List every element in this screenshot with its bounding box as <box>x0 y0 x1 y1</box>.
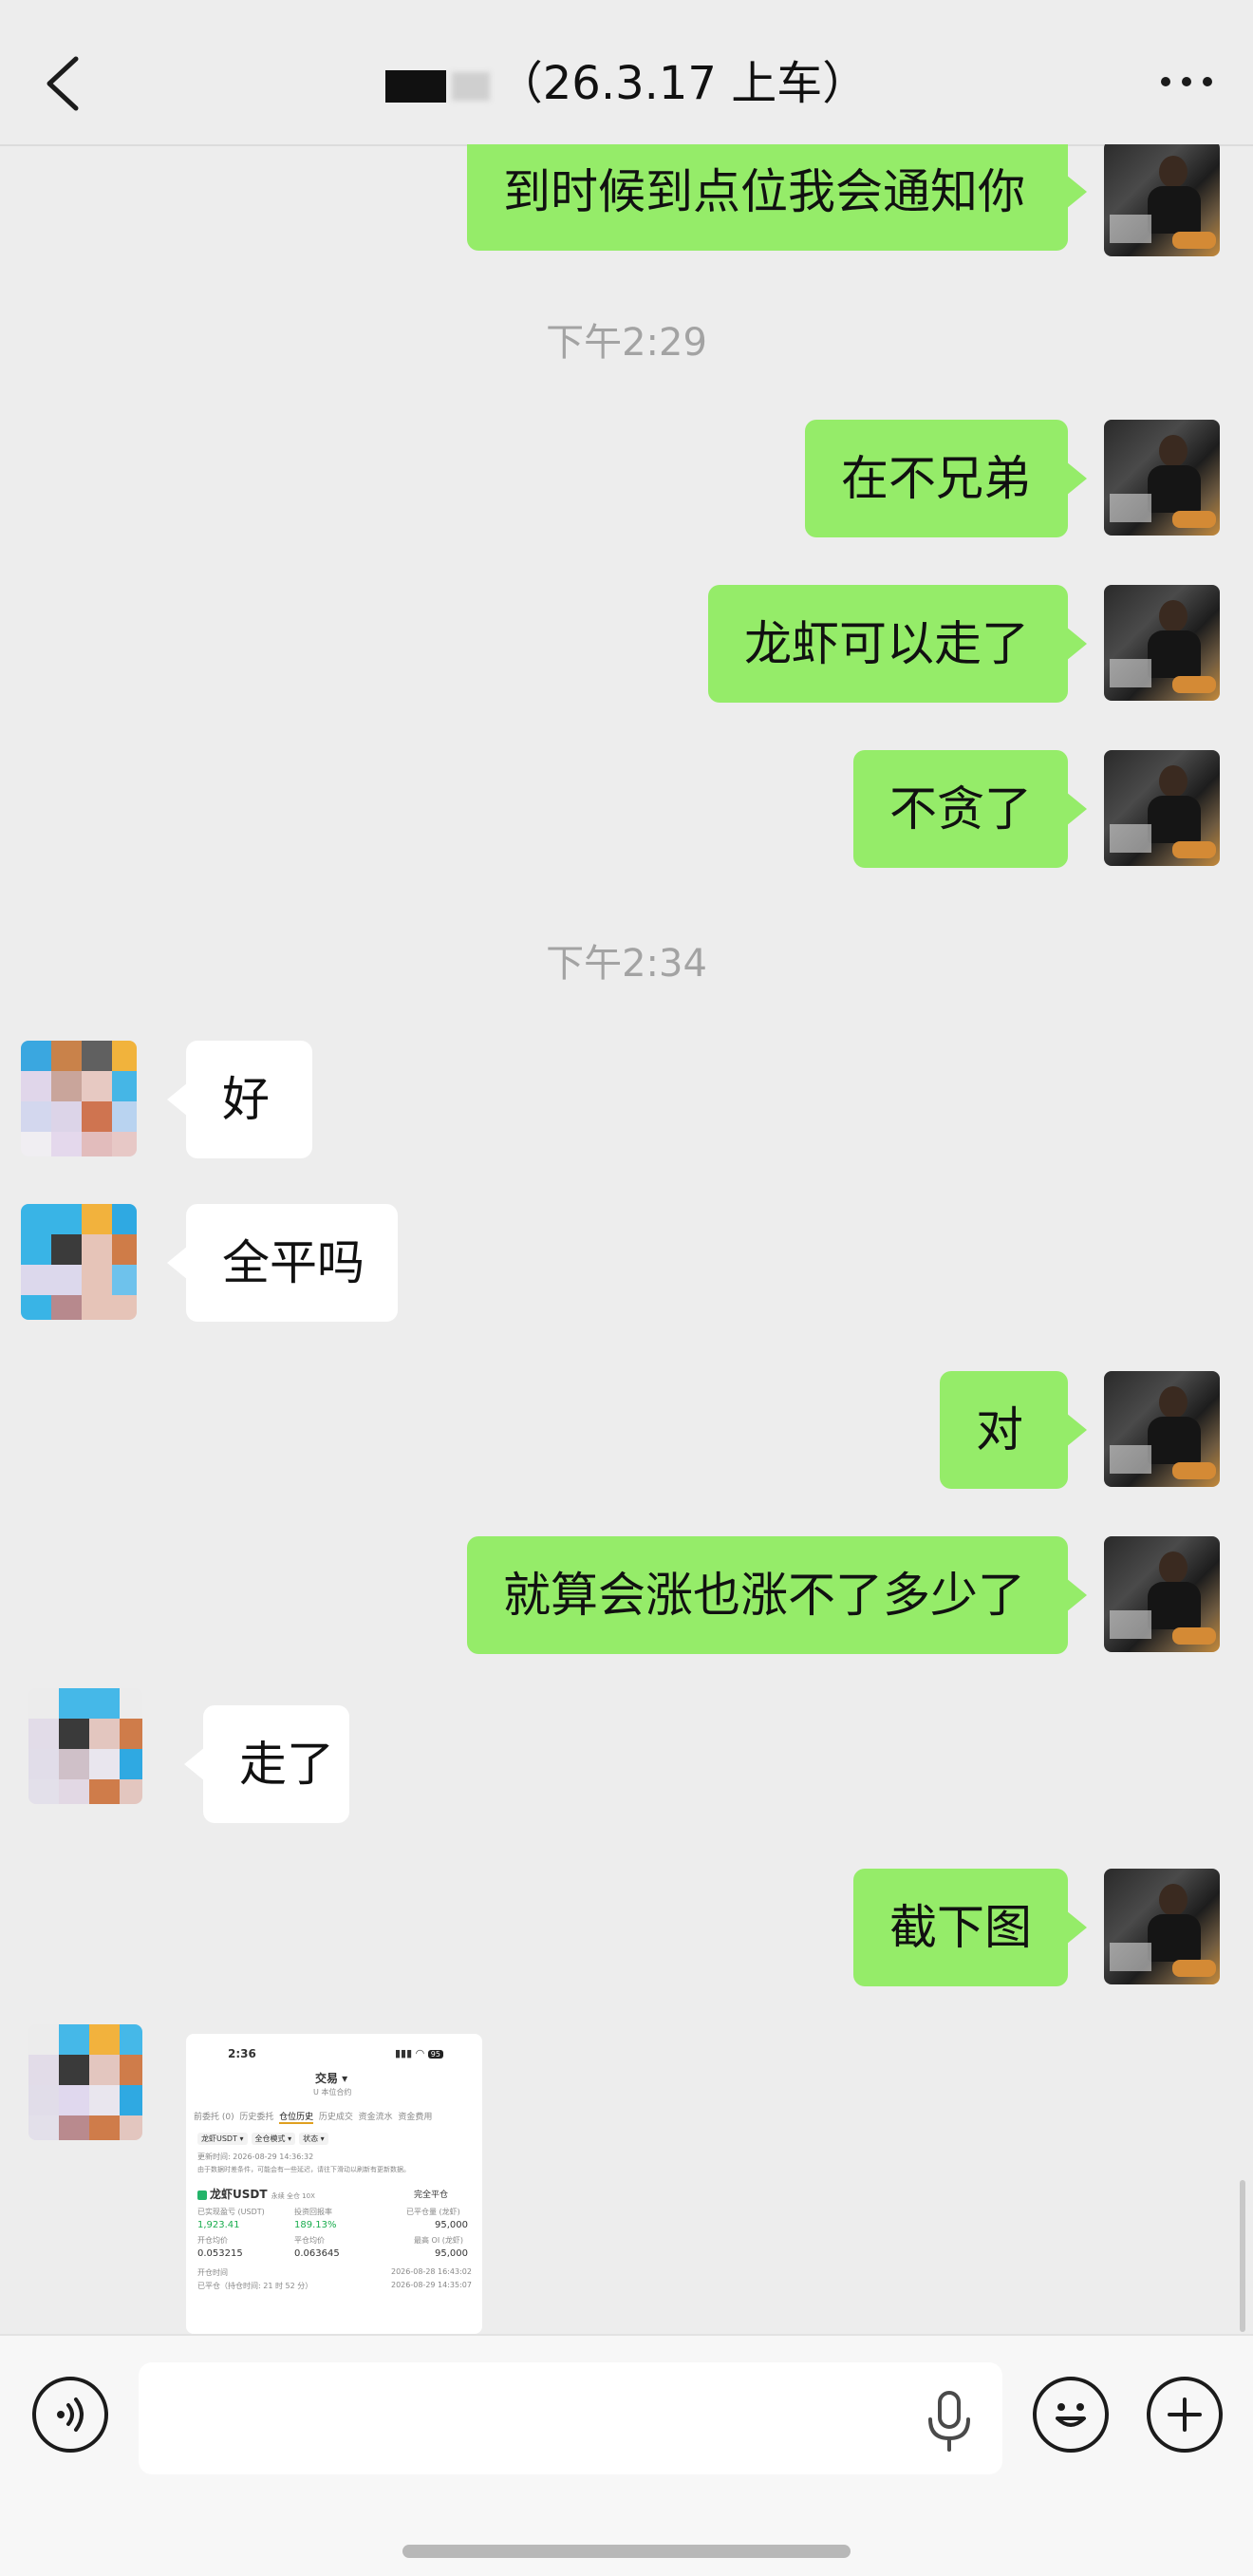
shot-max-pos: 95,000 <box>435 2248 468 2259</box>
contact-avatar[interactable] <box>28 2024 142 2140</box>
shot-tab: 历史成交 <box>318 2113 353 2122</box>
my-avatar[interactable] <box>1104 1869 1220 1984</box>
shot-tab: 前委托 (0) <box>194 2113 234 2122</box>
shot-max-pos-label: 最高 OI (龙虾) <box>414 2236 463 2245</box>
home-indicator[interactable] <box>402 2545 851 2558</box>
shot-filter: 全仓模式 ▾ <box>251 2133 296 2145</box>
shot-symbol: 龙虾USDT <box>210 2188 268 2201</box>
my-avatar[interactable] <box>1104 585 1220 701</box>
my-avatar[interactable] <box>1104 420 1220 536</box>
shot-status-icons: ▮▮▮ ◠ 95 <box>395 2047 443 2059</box>
my-avatar[interactable] <box>1104 1536 1220 1652</box>
shot-pnl: 1,923.41 <box>197 2220 240 2230</box>
message-list[interactable]: 到时候到点位我会通知你 下午2:29 在不兄弟 龙虾可以走了 不贪了 下午2:3… <box>0 144 1253 2334</box>
shot-subtitle: U 本位合约 <box>313 2088 352 2097</box>
plus-icon <box>1168 2397 1202 2432</box>
shot-symbol-tags: 永续 全仓 10X <box>271 2192 315 2200</box>
shot-open-time-label: 开仓时间 <box>197 2268 228 2277</box>
shot-pnl-label: 已实现盈亏 (USDT) <box>197 2208 265 2216</box>
shot-entry-label: 开仓均价 <box>197 2236 228 2245</box>
outgoing-message[interactable]: 截下图 <box>853 1869 1087 1986</box>
contact-avatar[interactable] <box>21 1204 137 1320</box>
timestamp: 下午2:34 <box>546 942 707 986</box>
voice-icon <box>57 2397 84 2432</box>
chat-title-row: （26.3.17 上车） <box>0 55 1253 112</box>
contact-avatar[interactable] <box>21 1041 137 1156</box>
shot-updated: 更新时间: 2026-08-29 14:36:32 <box>197 2153 314 2161</box>
shot-tab: 资金费用 <box>398 2113 433 2122</box>
shot-open-time: 2026-08-28 16:43:02 <box>391 2267 472 2276</box>
my-avatar[interactable] <box>1104 750 1220 866</box>
chat-title: （26.3.17 上车） <box>496 57 869 110</box>
shot-notice: 由于数据时差条件，可能会有一些延迟，请往下滑动以刷新有更新数据。 <box>197 2166 410 2173</box>
incoming-message[interactable]: 走了 <box>184 1705 349 1823</box>
outgoing-message[interactable]: 龙虾可以走了 <box>708 585 1087 703</box>
shot-entry: 0.053215 <box>197 2248 243 2259</box>
incoming-message[interactable]: 全平吗 <box>167 1204 398 1322</box>
shot-filter: 状态 ▾ <box>299 2133 328 2145</box>
scrollbar[interactable] <box>1240 2180 1245 2332</box>
outgoing-message[interactable]: 就算会涨也涨不了多少了 <box>467 1536 1087 1654</box>
outgoing-message[interactable]: 不贪了 <box>853 750 1087 868</box>
shot-filter: 龙虾USDT ▾ <box>197 2133 248 2145</box>
shot-tab: 资金流水 <box>358 2113 393 2122</box>
shot-close-price: 0.063645 <box>294 2248 340 2259</box>
shot-close-time-label: 已平仓（持仓时间: 21 时 52 分） <box>197 2282 313 2290</box>
shot-status: 完全平仓 <box>414 2191 449 2200</box>
my-avatar[interactable] <box>1104 1371 1220 1487</box>
shot-roi: 189.13% <box>294 2220 337 2230</box>
timestamp: 下午2:29 <box>546 321 707 365</box>
more-options-icon[interactable] <box>1158 68 1215 95</box>
chat-header: （26.3.17 上车） <box>0 0 1253 146</box>
emoji-button[interactable] <box>1033 2377 1109 2453</box>
shot-tab-active: 仓位历史 <box>279 2113 314 2124</box>
my-avatar[interactable] <box>1104 144 1220 256</box>
redacted-name <box>384 70 446 103</box>
shot-close-avg-label: 平仓均价 <box>294 2236 325 2245</box>
more-actions-button[interactable] <box>1147 2377 1223 2453</box>
microphone-icon[interactable] <box>921 2387 978 2454</box>
shot-closed-qty-label: 已平仓量 (龙虾) <box>406 2208 460 2216</box>
outgoing-message[interactable]: 在不兄弟 <box>805 420 1087 537</box>
shot-symbol-row: 龙虾USDT 永续 全仓 10X <box>197 2186 315 2202</box>
shot-tabs: 前委托 (0) 历史委托 仓位历史 历史成交 资金流水 资金费用 <box>194 2110 433 2124</box>
shot-battery: 95 <box>427 2050 443 2059</box>
emoji-icon <box>1056 2403 1086 2427</box>
shot-title: 交易 ▾ <box>315 2072 348 2085</box>
shot-tab: 历史委托 <box>239 2113 274 2122</box>
incoming-message[interactable]: 好 <box>167 1041 312 1158</box>
blurred-name <box>451 72 490 101</box>
outgoing-message[interactable]: 到时候到点位我会通知你 <box>467 144 1087 251</box>
coin-icon <box>197 2190 207 2200</box>
shot-filters: 龙虾USDT ▾ 全仓模式 ▾ 状态 ▾ <box>197 2133 332 2145</box>
outgoing-message[interactable]: 对 <box>940 1371 1087 1489</box>
shot-status-time: 2:36 <box>228 2047 256 2060</box>
shot-close-time: 2026-08-29 14:35:07 <box>391 2281 472 2289</box>
shot-roi-label: 投资回报率 <box>294 2208 332 2216</box>
contact-avatar[interactable] <box>28 1688 142 1804</box>
voice-toggle-button[interactable] <box>32 2377 108 2453</box>
image-message[interactable]: 2:36 ▮▮▮ ◠ 95 交易 ▾ U 本位合约 前委托 (0) 历史委托 仓… <box>186 2034 482 2334</box>
input-bar <box>0 2334 1253 2576</box>
message-input[interactable] <box>139 2362 1002 2474</box>
shot-closed-qty: 95,000 <box>435 2220 468 2230</box>
